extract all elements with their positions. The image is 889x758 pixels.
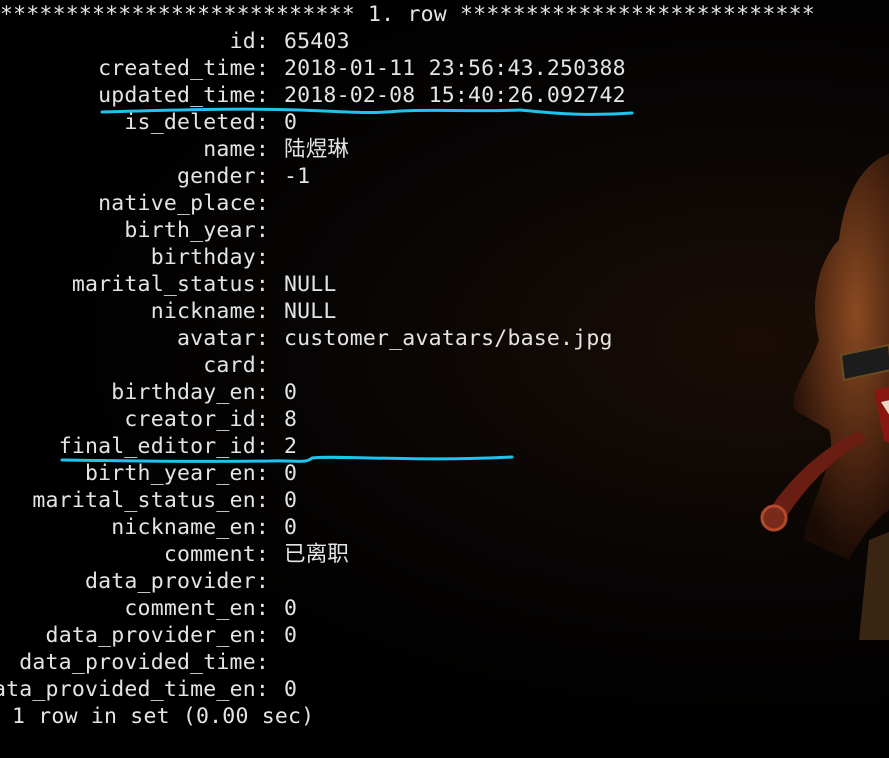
field-row-marital-status-en: marital_status_en: 0	[0, 487, 889, 514]
result-summary: 1 row in set (0.00 sec)	[12, 704, 315, 729]
field-row-data-provided-time-en: data_provided_time_en: 0	[0, 676, 889, 703]
field-name: avatar:	[176, 326, 269, 351]
field-row-birth-year-en: birth_year_en: 0	[0, 460, 889, 487]
field-name: marital_status_en:	[32, 488, 269, 513]
field-row-is-deleted: is_deleted: 0	[0, 109, 889, 136]
field-row-data-provider-en: data_provider_en: 0	[0, 622, 889, 649]
field-value: NULL	[284, 272, 337, 297]
field-value: 0	[284, 515, 298, 540]
field-name: birthday_en:	[111, 380, 269, 405]
query-output: *************************** 1. row *****…	[0, 1, 815, 729]
field-value: 0	[284, 596, 298, 621]
field-row-name: name: 陆煜琳	[0, 136, 889, 163]
field-value: 0	[284, 488, 298, 513]
field-name: data_provided_time_en:	[0, 677, 269, 702]
field-row-nickname-en: nickname_en: 0	[0, 514, 889, 541]
field-row-native-place: native_place:	[0, 190, 889, 217]
field-name: creator_id:	[124, 407, 269, 432]
field-name: birthday:	[150, 245, 269, 270]
field-row-marital-status: marital_status: NULL	[0, 271, 889, 298]
field-name: nickname_en:	[111, 515, 269, 540]
field-name: nickname:	[150, 299, 269, 324]
field-name: final_editor_id:	[58, 434, 269, 459]
field-row-data-provided-time: data_provided_time:	[0, 649, 889, 676]
field-name: created_time:	[98, 56, 269, 81]
field-value: 已离职	[284, 542, 350, 567]
row-separator-header: *************************** 1. row *****…	[0, 2, 815, 27]
field-name: updated_time:	[98, 83, 269, 108]
field-row-birth-year: birth_year:	[0, 217, 889, 244]
field-row-created-time: created_time: 2018-01-11 23:56:43.250388	[0, 55, 889, 82]
field-row-updated-time: updated_time: 2018-02-08 15:40:26.092742	[0, 82, 889, 109]
field-name: birth_year_en:	[84, 461, 269, 486]
field-value: 2018-01-11 23:56:43.250388	[284, 56, 626, 81]
field-value: 2	[284, 434, 298, 459]
field-row-birthday: birthday:	[0, 244, 889, 271]
field-name: native_place:	[98, 191, 269, 216]
field-row-comment: comment: 已离职	[0, 541, 889, 568]
field-name: comment_en:	[124, 596, 269, 621]
field-value: 0	[284, 110, 298, 135]
field-name: is_deleted:	[124, 110, 269, 135]
field-name: gender:	[176, 164, 269, 189]
field-name: data_provided_time:	[19, 650, 269, 675]
field-value: 65403	[284, 29, 350, 54]
field-row-comment-en: comment_en: 0	[0, 595, 889, 622]
field-value: 0	[284, 380, 298, 405]
field-value: 陆煜琳	[284, 137, 350, 162]
field-row-final-editor-id: final_editor_id: 2	[0, 433, 889, 460]
field-value: -1	[284, 164, 311, 189]
field-row-data-provider: data_provider:	[0, 568, 889, 595]
field-name: data_provider:	[84, 569, 269, 594]
field-value: customer_avatars/base.jpg	[284, 326, 613, 351]
field-row-nickname: nickname: NULL	[0, 298, 889, 325]
field-name: birth_year:	[124, 218, 269, 243]
field-value: NULL	[284, 299, 337, 324]
terminal-window[interactable]: *************************** 1. row *****…	[0, 0, 889, 758]
field-name: data_provider_en:	[45, 623, 269, 648]
field-row-card: card:	[0, 352, 889, 379]
field-value: 0	[284, 677, 298, 702]
field-row-avatar: avatar: customer_avatars/base.jpg	[0, 325, 889, 352]
field-row-birthday-en: birthday_en: 0	[0, 379, 889, 406]
field-name: card:	[203, 353, 269, 378]
field-row-creator-id: creator_id: 8	[0, 406, 889, 433]
field-row-id: id: 65403	[0, 28, 889, 55]
field-value: 2018-02-08 15:40:26.092742	[284, 83, 626, 108]
field-value: 0	[284, 623, 298, 648]
field-name: id:	[229, 29, 269, 54]
field-value: 0	[284, 461, 298, 486]
field-name: marital_status:	[71, 272, 269, 297]
field-value: 8	[284, 407, 298, 432]
field-row-gender: gender: -1	[0, 163, 889, 190]
field-name: comment:	[163, 542, 269, 567]
field-name: name:	[203, 137, 269, 162]
